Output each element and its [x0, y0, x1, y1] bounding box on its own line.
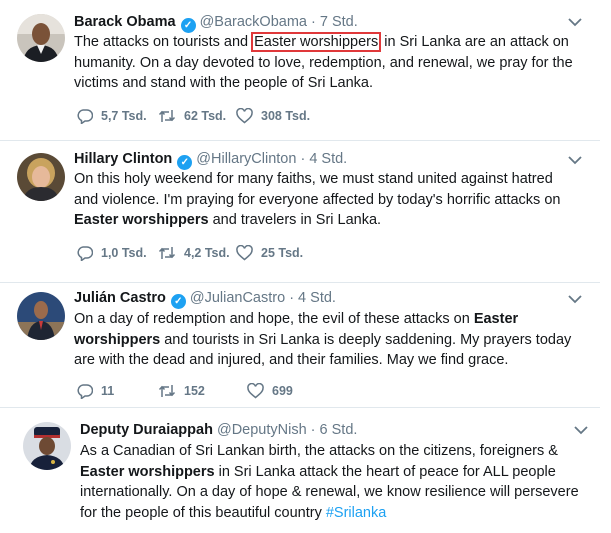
tweet-text-part: On a day of redemption and hope, the evi… — [74, 311, 474, 327]
retweet-button[interactable]: 62 Tsd. — [158, 106, 226, 126]
tweet-text: The attacks on tourists and Easter worsh… — [74, 32, 574, 94]
reply-icon — [77, 384, 93, 399]
verified-badge-icon: ✓ — [170, 294, 186, 309]
tweet-timestamp[interactable]: · 7 Std. — [311, 14, 358, 30]
like-button[interactable]: 25 Tsd. — [236, 243, 303, 263]
reply-icon — [77, 246, 93, 261]
reply-count: 1,0 Tsd. — [101, 246, 147, 260]
reply-button[interactable]: 1,0 Tsd. — [77, 243, 147, 263]
highlighted-phrase: Easter worshippers — [251, 32, 382, 52]
tweet-timestamp[interactable]: · 4 Std. — [300, 151, 347, 167]
author-handle[interactable]: @JulianCastro — [190, 290, 285, 306]
tweet-text-part: On this holy weekend for many faiths, we… — [74, 171, 561, 208]
retweet-icon — [158, 385, 176, 397]
tweet-actions: 5,7 Tsd. 62 Tsd. 308 Tsd. — [77, 106, 477, 126]
avatar[interactable] — [17, 292, 65, 340]
bold-phrase: Easter worshippers — [80, 463, 215, 480]
reply-button[interactable]: 5,7 Tsd. — [77, 106, 147, 126]
tweet-text: As a Canadian of Sri Lankan birth, the a… — [80, 441, 590, 523]
reply-count: 5,7 Tsd. — [101, 109, 147, 123]
chevron-down-icon[interactable] — [567, 293, 583, 305]
tweet-text-part: As a Canadian of Sri Lankan birth, the a… — [80, 443, 558, 459]
tweet-text: On this holy weekend for many faiths, we… — [74, 169, 574, 231]
like-button[interactable]: 308 Tsd. — [236, 106, 310, 126]
tweet[interactable]: Hillary Clinton ✓ @HillaryClinton · 4 Std.… — [0, 141, 600, 282]
verified-badge-icon: ✓ — [180, 18, 196, 33]
reply-count: 11 — [101, 384, 115, 398]
tweet-actions: 11 152 699 — [77, 381, 477, 401]
like-button[interactable]: 699 — [247, 381, 293, 401]
avatar[interactable] — [17, 14, 65, 62]
chevron-down-icon[interactable] — [567, 16, 583, 28]
hashtag-link[interactable]: #Srilanka — [326, 505, 386, 521]
timeline: Barack Obama ✓ @BarackObama · 7 Std. The a… — [0, 0, 611, 533]
like-icon — [236, 245, 253, 261]
chevron-down-icon[interactable] — [567, 154, 583, 166]
retweet-count: 4,2 Tsd. — [184, 246, 230, 260]
retweet-count: 62 Tsd. — [184, 109, 227, 123]
tweet-text-part: and travelers in Sri Lanka. — [208, 212, 382, 228]
avatar[interactable] — [17, 153, 65, 201]
like-icon — [247, 383, 264, 399]
retweet-icon — [158, 110, 176, 122]
retweet-count: 152 — [184, 384, 205, 398]
author-name[interactable]: Hillary Clinton — [74, 151, 172, 167]
tweet-header: Deputy Duraiappah @DeputyNish · 6 Std. — [80, 421, 357, 439]
like-icon — [236, 108, 253, 124]
verified-badge-icon: ✓ — [177, 155, 193, 170]
retweet-button[interactable]: 4,2 Tsd. — [158, 243, 230, 263]
like-count: 308 Tsd. — [261, 109, 311, 123]
tweet-header: Hillary Clinton ✓ @HillaryClinton · 4 Std. — [74, 150, 347, 170]
tweet-header: Julián Castro ✓ @JulianCastro · 4 Std. — [74, 289, 336, 309]
like-count: 25 Tsd. — [261, 246, 304, 260]
avatar[interactable] — [23, 422, 71, 470]
retweet-button[interactable]: 152 — [158, 381, 205, 401]
reply-button[interactable]: 11 — [77, 381, 114, 401]
author-name[interactable]: Barack Obama — [74, 14, 176, 30]
author-handle[interactable]: @BarackObama — [200, 14, 307, 30]
tweet[interactable]: Barack Obama ✓ @BarackObama · 7 Std. The a… — [0, 0, 600, 140]
author-name[interactable]: Julián Castro — [74, 290, 166, 306]
tweet-timestamp[interactable]: · 6 Std. — [311, 422, 358, 438]
tweet-text-part: The attacks on tourists and — [74, 34, 253, 50]
bold-phrase: Easter worshippers — [74, 212, 209, 228]
author-name[interactable]: Deputy Duraiappah — [80, 422, 213, 438]
chevron-down-icon[interactable] — [573, 424, 589, 436]
author-handle[interactable]: @HillaryClinton — [196, 151, 296, 167]
reply-icon — [77, 109, 93, 124]
author-handle[interactable]: @DeputyNish — [217, 422, 307, 438]
tweet-text: On a day of redemption and hope, the evi… — [74, 309, 586, 371]
retweet-icon — [158, 247, 176, 259]
like-count: 699 — [272, 384, 293, 398]
tweet-actions: 1,0 Tsd. 4,2 Tsd. 25 Tsd. — [77, 243, 477, 263]
tweet[interactable]: Julián Castro ✓ @JulianCastro · 4 Std. On … — [0, 283, 600, 407]
tweet[interactable]: Deputy Duraiappah @DeputyNish · 6 Std. A… — [0, 408, 600, 533]
tweet-timestamp[interactable]: · 4 Std. — [289, 290, 336, 306]
tweet-header: Barack Obama ✓ @BarackObama · 7 Std. — [74, 13, 358, 33]
